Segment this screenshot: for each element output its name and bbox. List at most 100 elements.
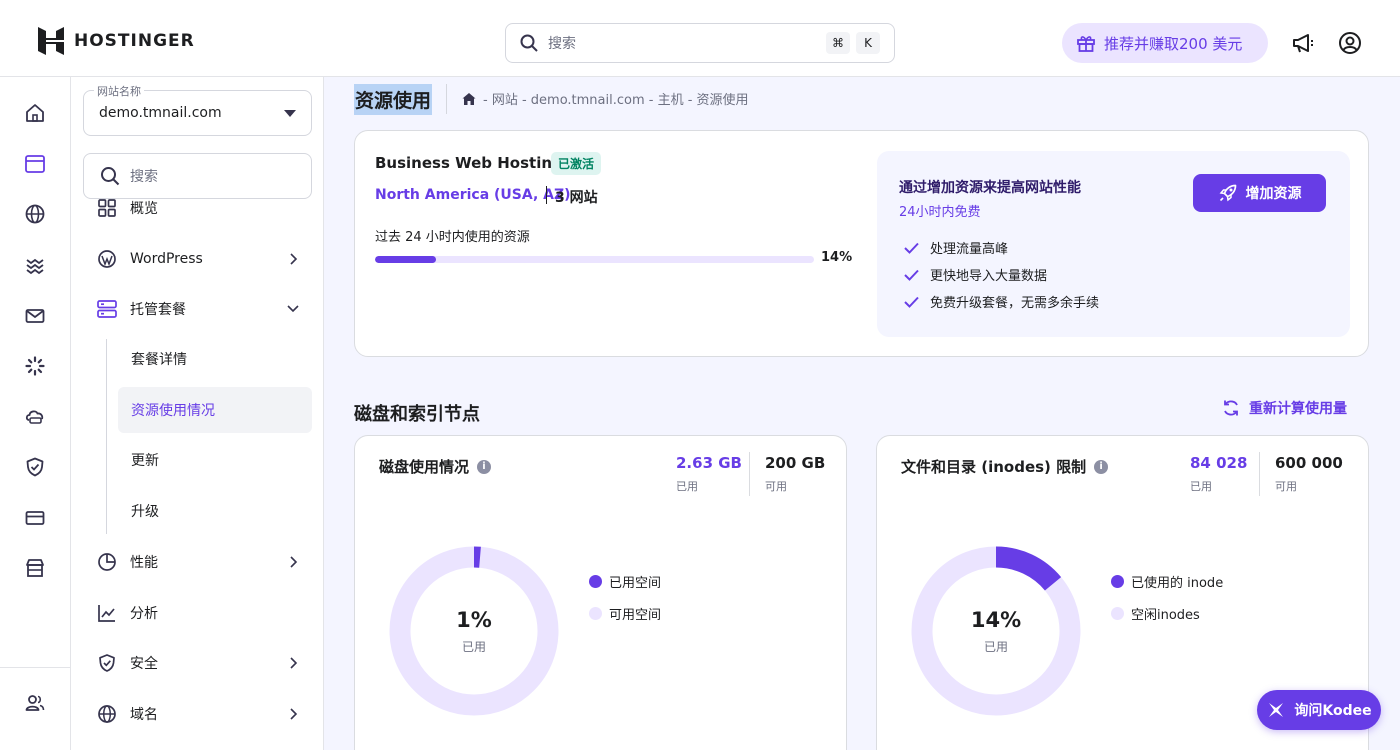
wordpress-icon [96, 248, 118, 270]
benefit-item: 更快地导入大量数据 [903, 265, 1047, 284]
sidebar-item-label: 安全 [130, 656, 158, 672]
breadcrumb: - 网站 - demo.tmnail.com - 主机 - 资源使用 [461, 89, 749, 108]
sidebar-item-analytics[interactable]: 分析 [83, 590, 312, 636]
website-selector[interactable]: 网站名称 demo.tmnail.com [83, 83, 312, 136]
inode-used-label: 已用 [1190, 480, 1212, 493]
inode-available-stat: 600 000 可用 [1275, 454, 1343, 494]
chevron-right-icon [290, 657, 298, 669]
disk-card-title: 磁盘使用情况 i [379, 456, 492, 477]
rail-divider [0, 667, 71, 668]
rail-domains-button[interactable] [23, 202, 47, 226]
website-sidebar: 网站名称 demo.tmnail.com 搜索 概览 WordPress 托管套… [71, 77, 324, 750]
sidebar-subitem-plan-details[interactable]: 套餐详情 [118, 336, 312, 382]
sidebar-item-domains[interactable]: 域名 [83, 691, 312, 737]
shortcut-cmd-key: ⌘ [826, 32, 850, 54]
rail-loader-button[interactable] [23, 354, 47, 378]
home-icon[interactable] [461, 91, 477, 107]
hostinger-logo-icon [38, 27, 64, 55]
rail-horizons-button[interactable] [23, 253, 47, 277]
brand-name: HOSTINGER [74, 31, 195, 51]
rail-websites-button[interactable] [23, 152, 47, 176]
legend-swatch [589, 575, 602, 588]
chevron-down-icon [287, 305, 299, 313]
region-divider [546, 186, 547, 204]
inode-used-stat: 84 028 已用 [1190, 454, 1247, 494]
sidebar-subitem-upgrade[interactable]: 升级 [118, 488, 312, 534]
grid-icon [96, 197, 118, 219]
breadcrumb-trail[interactable]: - 网站 - demo.tmnail.com - 主机 - 资源使用 [483, 89, 749, 108]
rail-home-button[interactable] [23, 101, 47, 125]
legend-free-space: 可用空间 [589, 604, 661, 623]
sidebar-search-placeholder: 搜索 [130, 169, 158, 185]
legend-label: 空闲inodes [1131, 608, 1200, 623]
legend-swatch [589, 607, 602, 620]
disk-percent: 1% [456, 607, 492, 632]
usage-progress-fill [375, 256, 437, 263]
search-placeholder: 搜索 [548, 36, 576, 52]
global-search-input[interactable]: 搜索 ⌘ K [505, 23, 895, 63]
search-icon [520, 34, 538, 52]
legend-label: 已使用的 inode [1131, 576, 1224, 591]
sparkle-icon [1269, 703, 1284, 717]
status-badge: 已激活 [551, 152, 602, 175]
sidebar-item-hosting-plan[interactable]: 托管套餐 [83, 286, 312, 332]
sidebar-item-overview[interactable]: 概览 [83, 186, 312, 230]
users-icon [25, 695, 45, 711]
sidebar-subitem-updates[interactable]: 更新 [118, 437, 312, 483]
rail-email-button[interactable] [23, 304, 47, 328]
website-selector-label: 网站名称 [94, 83, 144, 99]
sidebar-item-performance[interactable]: 性能 [83, 539, 312, 585]
site-count: 3 网站 [555, 190, 598, 206]
rail-billing-button[interactable] [23, 506, 47, 530]
stat-divider [1259, 452, 1260, 496]
disk-usage-card: 磁盘使用情况 i 2.63 GB 已用 200 GB 可用 1% 已用 已用空间… [354, 435, 847, 750]
rail-security-button[interactable] [23, 455, 47, 479]
sidebar-item-label: 域名 [130, 707, 158, 723]
announcements-button[interactable] [1290, 30, 1316, 56]
sidebar-item-label: 性能 [130, 555, 158, 571]
refer-label: 推荐并赚取200 美元 [1104, 34, 1243, 53]
legend-label: 可用空间 [609, 608, 662, 623]
rail-cloud-button[interactable] [23, 404, 47, 428]
info-icon[interactable]: i [477, 459, 492, 474]
account-button[interactable] [1337, 30, 1363, 56]
disk-available-label: 可用 [765, 480, 787, 493]
sidebar-subitem-resource-usage[interactable]: 资源使用情况 [118, 387, 312, 433]
disk-used-label: 已用 [676, 480, 698, 493]
sidebar-subitem-label: 更新 [131, 453, 159, 469]
credit-card-icon [25, 511, 45, 525]
add-resources-button[interactable]: 增加资源 [1193, 174, 1326, 212]
user-circle-icon [1339, 32, 1361, 54]
legend-used-inodes: 已使用的 inode [1111, 572, 1223, 591]
disk-donut-center: 1% 已用 [387, 544, 561, 718]
ask-kodee-button[interactable]: 询问Kodee [1257, 690, 1381, 730]
sidebar-item-label: 分析 [130, 606, 158, 622]
promo-subtitle: 24小时内免费 [899, 205, 981, 220]
sidebar-subitem-label: 资源使用情况 [131, 403, 215, 419]
ask-kodee-label: 询问Kodee [1294, 703, 1372, 719]
recalculate-usage-button[interactable]: 重新计算使用量 [1221, 398, 1347, 418]
brand-logo[interactable]: HOSTINGER [38, 27, 195, 55]
sidebar-item-wordpress[interactable]: WordPress [83, 236, 312, 282]
refer-earn-button[interactable]: 推荐并赚取200 美元 [1062, 23, 1268, 63]
sidebar-item-security[interactable]: 安全 [83, 640, 312, 686]
inode-title-text: 文件和目录 (inodes) 限制 [901, 458, 1087, 476]
stat-divider [749, 452, 750, 496]
shortcut-k-key: K [856, 32, 880, 54]
search-icon [101, 167, 120, 186]
page-title: 资源使用 [354, 84, 433, 115]
sidebar-subitem-label: 升级 [131, 504, 159, 520]
server-icon [96, 298, 118, 320]
pie-chart-icon [96, 551, 118, 573]
rail-team-button[interactable] [23, 691, 47, 715]
sidebar-item-label: 概览 [130, 201, 158, 217]
rail-store-button[interactable] [23, 556, 47, 580]
info-icon[interactable]: i [1094, 459, 1109, 474]
loading-spinner-icon [25, 356, 45, 376]
mail-icon [25, 309, 45, 323]
legend-free-inodes: 空闲inodes [1111, 604, 1200, 623]
icon-rail [0, 77, 71, 750]
legend-label: 已用空间 [609, 576, 662, 591]
chevron-right-icon [290, 556, 298, 568]
server-region: North America (USA, AZ) [375, 187, 571, 203]
